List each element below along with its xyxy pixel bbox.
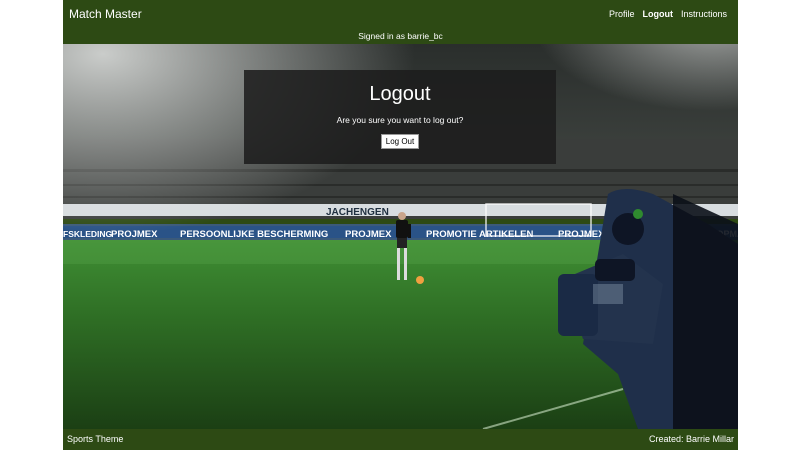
logout-confirm-dialog: Logout Are you sure you want to log out?… <box>244 70 556 164</box>
nav-links: Profile Logout Instructions <box>609 9 727 19</box>
footer: Sports Theme Created: Barrie Millar <box>63 429 738 450</box>
footer-credit-label: Created: Barrie Millar <box>648 434 734 444</box>
stadium-background-image: JACHENGEN FSKLEDING PROJMEX PERSOONLIJKE… <box>63 44 738 429</box>
app-title[interactable]: Match Master <box>69 7 142 21</box>
dialog-title: Logout <box>369 83 431 105</box>
footer-theme-label: Sports Theme <box>67 434 124 444</box>
svg-text:PROJMEX: PROJMEX <box>558 229 605 240</box>
dialog-message: Are you sure you want to log out? <box>336 115 464 125</box>
top-navbar: Match Master Profile Logout Instructions <box>63 0 738 30</box>
nav-logout-link[interactable]: Logout <box>642 9 673 19</box>
confirm-logout-button[interactable]: Log Out <box>380 134 420 149</box>
nav-instructions-link[interactable]: Instructions <box>681 9 727 19</box>
app-frame: Match Master Profile Logout Instructions… <box>63 0 738 450</box>
svg-text:PROMOTIE ARTIKELEN: PROMOTIE ARTIKELEN <box>426 229 533 240</box>
signed-in-status: Signed in as barrie_bc <box>63 30 738 44</box>
nav-profile-link[interactable]: Profile <box>609 9 635 19</box>
